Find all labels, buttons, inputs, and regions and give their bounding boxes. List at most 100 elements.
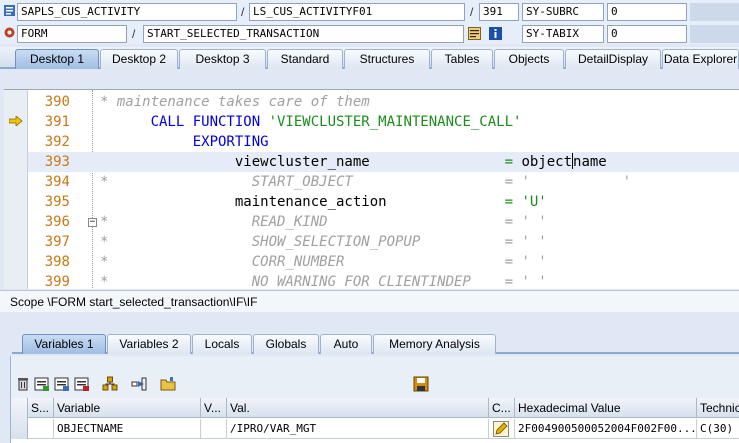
column-header-v[interactable]: V... <box>201 398 227 418</box>
info-icon[interactable] <box>489 27 502 40</box>
sysvar-name-field[interactable]: SY-TABIX <box>522 25 604 43</box>
code-text: * SHOW_SELECTION_POPUP = ' ' <box>100 232 547 252</box>
code-line[interactable]: 393 viewcluster_name = objectname <box>28 152 739 172</box>
program-field[interactable]: SAPLS_CUS_ACTIVITY <box>17 3 237 21</box>
line-number: 396 <box>44 214 70 230</box>
variables-grid: S... Variable V... Val. C... Hexadecimal… <box>11 398 739 443</box>
code-token: = <box>369 154 522 170</box>
source-code-editor[interactable]: 390 * maintenance takes care of them 391 C… <box>4 89 739 289</box>
code-line[interactable]: 399 * NO_WARNING_FOR_CLIENTINDEP = ' ' <box>28 272 739 289</box>
table-row-change[interactable] <box>489 419 515 439</box>
delete-icon[interactable] <box>15 376 31 392</box>
code-token: CALL FUNCTION <box>100 114 269 130</box>
code-token: * NO_WARNING_FOR_CLIENTINDEP <box>100 274 471 289</box>
line-number-field[interactable]: 391 <box>479 3 519 21</box>
code-token: maintenance_action <box>100 194 387 210</box>
code-line[interactable]: 395 maintenance_action = 'U' <box>28 192 739 212</box>
code-line[interactable]: 398 * CORR_NUMBER = ' ' <box>28 252 739 272</box>
include-field[interactable]: LS_CUS_ACTIVITYF01 <box>249 3 465 21</box>
table-row-variable[interactable]: OBJECTNAME <box>54 419 201 439</box>
code-line[interactable]: 392 EXPORTING <box>28 132 739 152</box>
tab-variables-1[interactable]: Variables 1 <box>22 334 106 354</box>
collapse-block-icon[interactable]: − <box>88 218 97 227</box>
tab-locals[interactable]: Locals <box>192 334 252 354</box>
transfer-icon[interactable] <box>131 376 147 392</box>
pencil-icon[interactable] <box>493 421 509 437</box>
code-text: * READ_KIND = ' ' <box>100 212 547 232</box>
table-row-technical-type: C(30) <box>697 419 739 439</box>
code-token: * READ_KIND <box>100 214 328 230</box>
scope-text: Scope \FORM start_selected_transaction\I… <box>10 295 258 309</box>
append-row-icon[interactable] <box>54 376 70 392</box>
code-token: viewcluster_name <box>100 154 370 170</box>
tab-globals[interactable]: Globals <box>253 334 319 354</box>
code-token: = ' ' <box>327 214 547 230</box>
code-text: EXPORTING <box>100 132 269 152</box>
code-line[interactable]: 391 CALL FUNCTION 'VIEWCLUSTER_MAINTENAN… <box>28 112 739 132</box>
code-text: * NO_WARNING_FOR_CLIENTINDEP = ' ' <box>100 272 547 289</box>
column-header-change[interactable]: C... <box>489 398 515 418</box>
row-selector[interactable] <box>11 398 28 439</box>
code-line[interactable]: 394 * START_OBJECT = ' ' <box>28 172 739 192</box>
code-token: EXPORTING <box>100 134 269 150</box>
code-line[interactable]: 390 * maintenance takes care of them <box>28 92 739 112</box>
separator: / <box>241 5 245 19</box>
line-number: 392 <box>44 134 70 150</box>
column-header-value[interactable]: Val. <box>227 398 489 418</box>
variables-tabstrip: Variables 1 Variables 2 Locals Globals A… <box>12 334 739 354</box>
code-text: * START_OBJECT = ' ' <box>100 172 631 192</box>
tab-structures[interactable]: Structures <box>344 49 430 69</box>
delete-row-icon[interactable] <box>74 376 90 392</box>
code-token: 'VIEWCLUSTER_MAINTENANCE_CALL' <box>268 114 522 130</box>
column-header-technical-type[interactable]: Technic <box>697 398 739 418</box>
debugger-header: SAPLS_CUS_ACTIVITY / LS_CUS_ACTIVITYF01 … <box>0 0 739 44</box>
separator: / <box>470 5 474 19</box>
sysvar-value-field[interactable]: 0 <box>607 3 687 21</box>
code-text: * CORR_NUMBER = ' ' <box>100 252 547 272</box>
hierarchy-icon[interactable] <box>102 376 118 392</box>
line-number: 397 <box>44 234 70 250</box>
insert-row-icon[interactable] <box>34 376 50 392</box>
code-token: = ' ' <box>352 174 632 190</box>
code-token: 'U' <box>521 194 547 210</box>
tab-auto[interactable]: Auto <box>320 334 372 354</box>
tab-objects[interactable]: Objects <box>494 49 564 69</box>
tab-tables[interactable]: Tables <box>431 49 493 69</box>
line-number: 394 <box>44 174 70 190</box>
open-folder-icon[interactable] <box>160 376 176 392</box>
save-icon[interactable] <box>413 376 429 392</box>
column-header-variable[interactable]: Variable <box>54 398 201 418</box>
table-row-v <box>201 419 227 439</box>
tab-desktop-1[interactable]: Desktop 1 <box>15 49 99 69</box>
separator: / <box>132 27 136 41</box>
code-line[interactable]: 397 * SHOW_SELECTION_POPUP = ' ' <box>28 232 739 252</box>
tab-detail-display[interactable]: DetailDisplay <box>565 49 661 69</box>
event-name-field[interactable]: START_SELECTED_TRANSACTION <box>143 25 464 43</box>
line-number: 398 <box>44 254 70 270</box>
event-type-field[interactable]: FORM <box>17 25 127 43</box>
tab-memory-analysis[interactable]: Memory Analysis <box>373 334 496 354</box>
sysvar-value-field[interactable]: 0 <box>607 25 687 43</box>
code-line[interactable]: 396 * READ_KIND = ' ' − <box>28 212 739 232</box>
event-type-icon <box>4 27 15 38</box>
line-number: 393 <box>44 154 70 170</box>
display-source-icon[interactable] <box>468 27 481 40</box>
tab-desktop-3[interactable]: Desktop 3 <box>179 49 266 69</box>
code-token: * maintenance takes care of them <box>100 94 370 110</box>
line-number: 395 <box>44 194 70 210</box>
column-header-status[interactable]: S... <box>28 398 54 418</box>
header-filler <box>690 25 739 43</box>
tab-variables-2[interactable]: Variables 2 <box>107 334 191 354</box>
code-token: object <box>521 154 573 170</box>
code-token: = ' ' <box>470 274 547 289</box>
tab-desktop-2[interactable]: Desktop 2 <box>100 49 178 69</box>
program-icon <box>4 5 15 16</box>
tab-data-explorer[interactable]: Data Explorer <box>662 49 739 69</box>
sysvar-name-field[interactable]: SY-SUBRC <box>522 3 604 21</box>
column-header-hex-value[interactable]: Hexadecimal Value <box>515 398 697 418</box>
tab-standard[interactable]: Standard <box>267 49 343 69</box>
code-token: = <box>386 194 522 210</box>
code-token: * CORR_NUMBER <box>100 254 345 270</box>
table-row-value[interactable]: /IPRO/VAR_MGT <box>227 419 489 439</box>
line-number: 390 <box>44 94 70 110</box>
